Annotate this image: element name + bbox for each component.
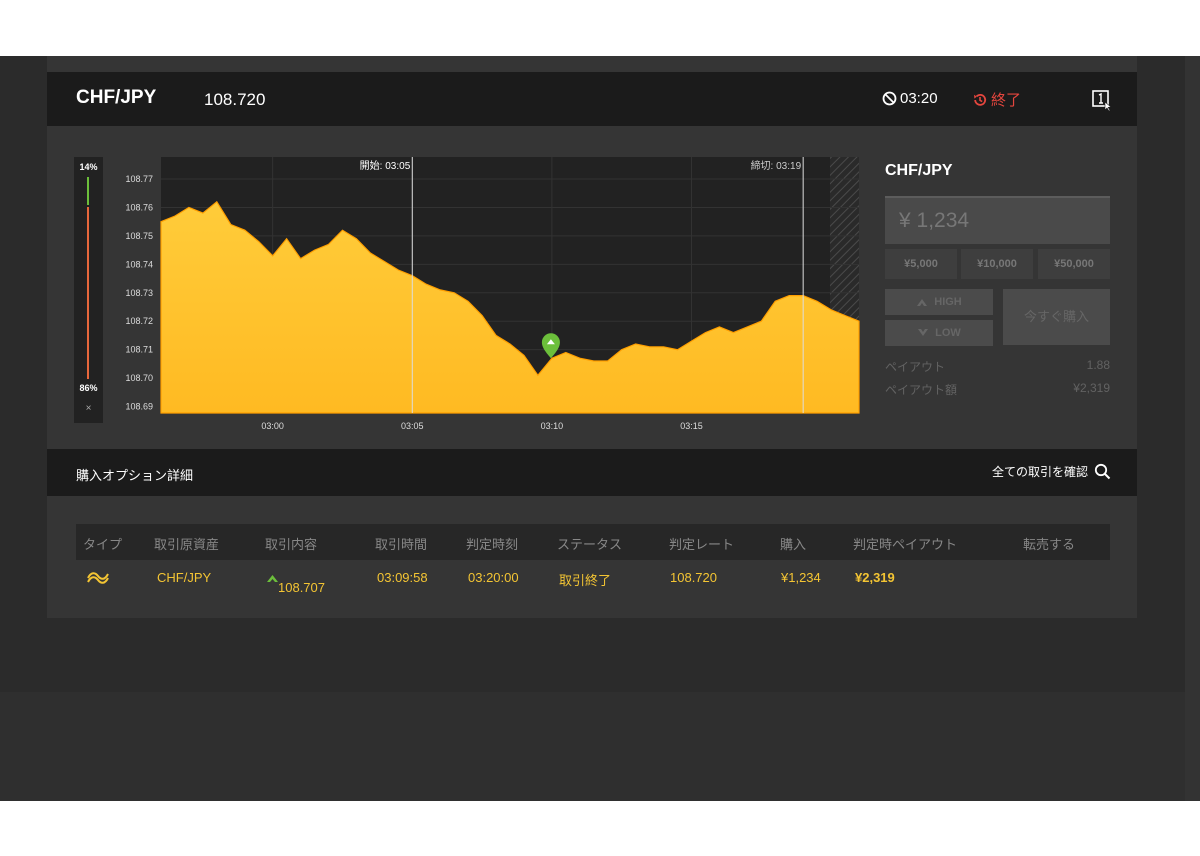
trade-type-icon	[87, 572, 109, 584]
low-percentage: 86%	[79, 383, 98, 393]
x-tick-label: 03:15	[680, 421, 703, 431]
start-label: 開始: 03:05	[360, 159, 411, 172]
row-status: 取引終了	[559, 573, 612, 588]
view-all-label: 全ての取引を確認	[991, 465, 1088, 479]
row-content: 108.707	[267, 570, 325, 595]
status-label: 終了	[991, 92, 1022, 109]
current-rate: 108.720	[204, 90, 266, 109]
y-tick-label: 108.77	[125, 174, 153, 184]
pair-title: CHF/JPY	[76, 87, 157, 108]
high-label: HIGH	[934, 296, 962, 308]
y-tick-label: 108.73	[125, 288, 153, 298]
y-tick-label: 108.70	[125, 373, 153, 383]
y-tick-label: 108.72	[125, 316, 153, 326]
options-title: 購入オプション詳細	[76, 468, 194, 483]
buy-now-button[interactable]: 今すぐ購入	[1003, 289, 1110, 345]
timer-value: 03:20	[900, 90, 938, 107]
amount-input[interactable]: ¥ 1,234	[885, 196, 1110, 244]
y-tick-label: 108.75	[125, 231, 153, 241]
quick-amount-10000-button[interactable]: ¥10,000	[961, 249, 1033, 279]
col-trade-time: 取引時間	[375, 537, 428, 552]
high-sentiment-bar	[87, 177, 89, 205]
row-content-rate: 108.707	[278, 580, 325, 595]
y-tick-label: 108.71	[125, 345, 153, 355]
trade-pair-title: CHF/JPY	[885, 162, 953, 179]
low-button[interactable]: LOW	[885, 320, 993, 346]
col-purchase: 購入	[780, 537, 807, 552]
row-trade-time: 03:09:58	[377, 570, 428, 585]
sentiment-bar: 14% 86% ×	[74, 157, 103, 423]
payout-value: 1.88	[1086, 358, 1110, 372]
row-asset: CHF/JPY	[157, 570, 212, 585]
high-percentage: 14%	[79, 162, 98, 172]
payout-row: ペイアウト 1.88	[885, 358, 1110, 375]
price-chart: 108.77 108.76 108.75 108.74 108.73 108.72 108.…	[125, 157, 860, 431]
view-all-trades-link[interactable]: 全ての取引を確認	[992, 463, 1111, 480]
payout-amount-label: ペイアウト額	[885, 383, 958, 397]
col-asset: 取引原資産	[154, 537, 220, 552]
y-tick-label: 108.74	[125, 259, 153, 269]
low-label: LOW	[935, 327, 961, 339]
high-button[interactable]: HIGH	[885, 289, 993, 315]
status-ended: 終了	[972, 89, 1021, 110]
arrow-down-icon	[918, 329, 929, 336]
payout-amount-value: ¥2,319	[1073, 381, 1110, 395]
quick-amount-50000-button[interactable]: ¥50,000	[1038, 249, 1110, 279]
history-icon	[974, 93, 987, 106]
single-window-icon[interactable]	[1091, 89, 1113, 111]
search-icon	[1094, 463, 1111, 480]
app-viewport: CHF/JPY 108.720 03:20 終了 14% 86% × 108.7…	[0, 56, 1200, 801]
no-entry-icon	[882, 91, 897, 106]
y-tick-label: 108.76	[125, 202, 153, 212]
trade-panel: CHF/JPY 108.720 03:20 終了 14% 86% × 108.7…	[47, 56, 1137, 618]
options-table-header: タイプ 取引原資産 取引内容 取引時間 判定時刻 ステータス 判定レート 購入 …	[76, 524, 1110, 560]
arrow-up-icon	[917, 299, 928, 306]
row-payout: ¥2,319	[855, 570, 895, 585]
x-tick-label: 03:00	[261, 421, 284, 431]
low-sentiment-bar	[87, 207, 89, 379]
close-sentiment-button[interactable]: ×	[74, 403, 103, 414]
col-judge-time: 判定時刻	[466, 537, 519, 552]
row-judge-time: 03:20:00	[468, 570, 519, 585]
arrow-up-icon	[267, 575, 278, 582]
trade-header: CHF/JPY 108.720 03:20 終了	[47, 72, 1137, 126]
table-row: CHF/JPY 108.707 03:09:58 03:20:00 取引終了 1…	[76, 560, 1110, 596]
y-tick-label: 108.69	[125, 402, 153, 412]
col-content: 取引内容	[265, 537, 318, 552]
countdown-timer: 03:20	[882, 90, 938, 107]
payout-label: ペイアウト	[885, 360, 946, 374]
row-judge-rate: 108.720	[670, 570, 717, 585]
x-tick-label: 03:05	[401, 421, 424, 431]
col-status: ステータス	[557, 537, 623, 552]
col-type: タイプ	[83, 537, 123, 552]
quick-amount-5000-button[interactable]: ¥5,000	[885, 249, 957, 279]
col-judge-rate: 判定レート	[669, 537, 735, 552]
page-footer-band	[0, 692, 1185, 801]
payout-amount-row: ペイアウト額 ¥2,319	[885, 381, 1110, 398]
deadline-label: 締切: 03:19	[751, 159, 802, 172]
x-tick-label: 03:10	[541, 421, 564, 431]
col-payout: 判定時ペイアウト	[853, 537, 958, 552]
page-scroll-strip	[1185, 56, 1200, 801]
row-purchase: ¥1,234	[781, 570, 821, 585]
col-resell: 転売する	[1023, 537, 1076, 552]
options-header: 購入オプション詳細 全ての取引を確認	[47, 449, 1137, 496]
